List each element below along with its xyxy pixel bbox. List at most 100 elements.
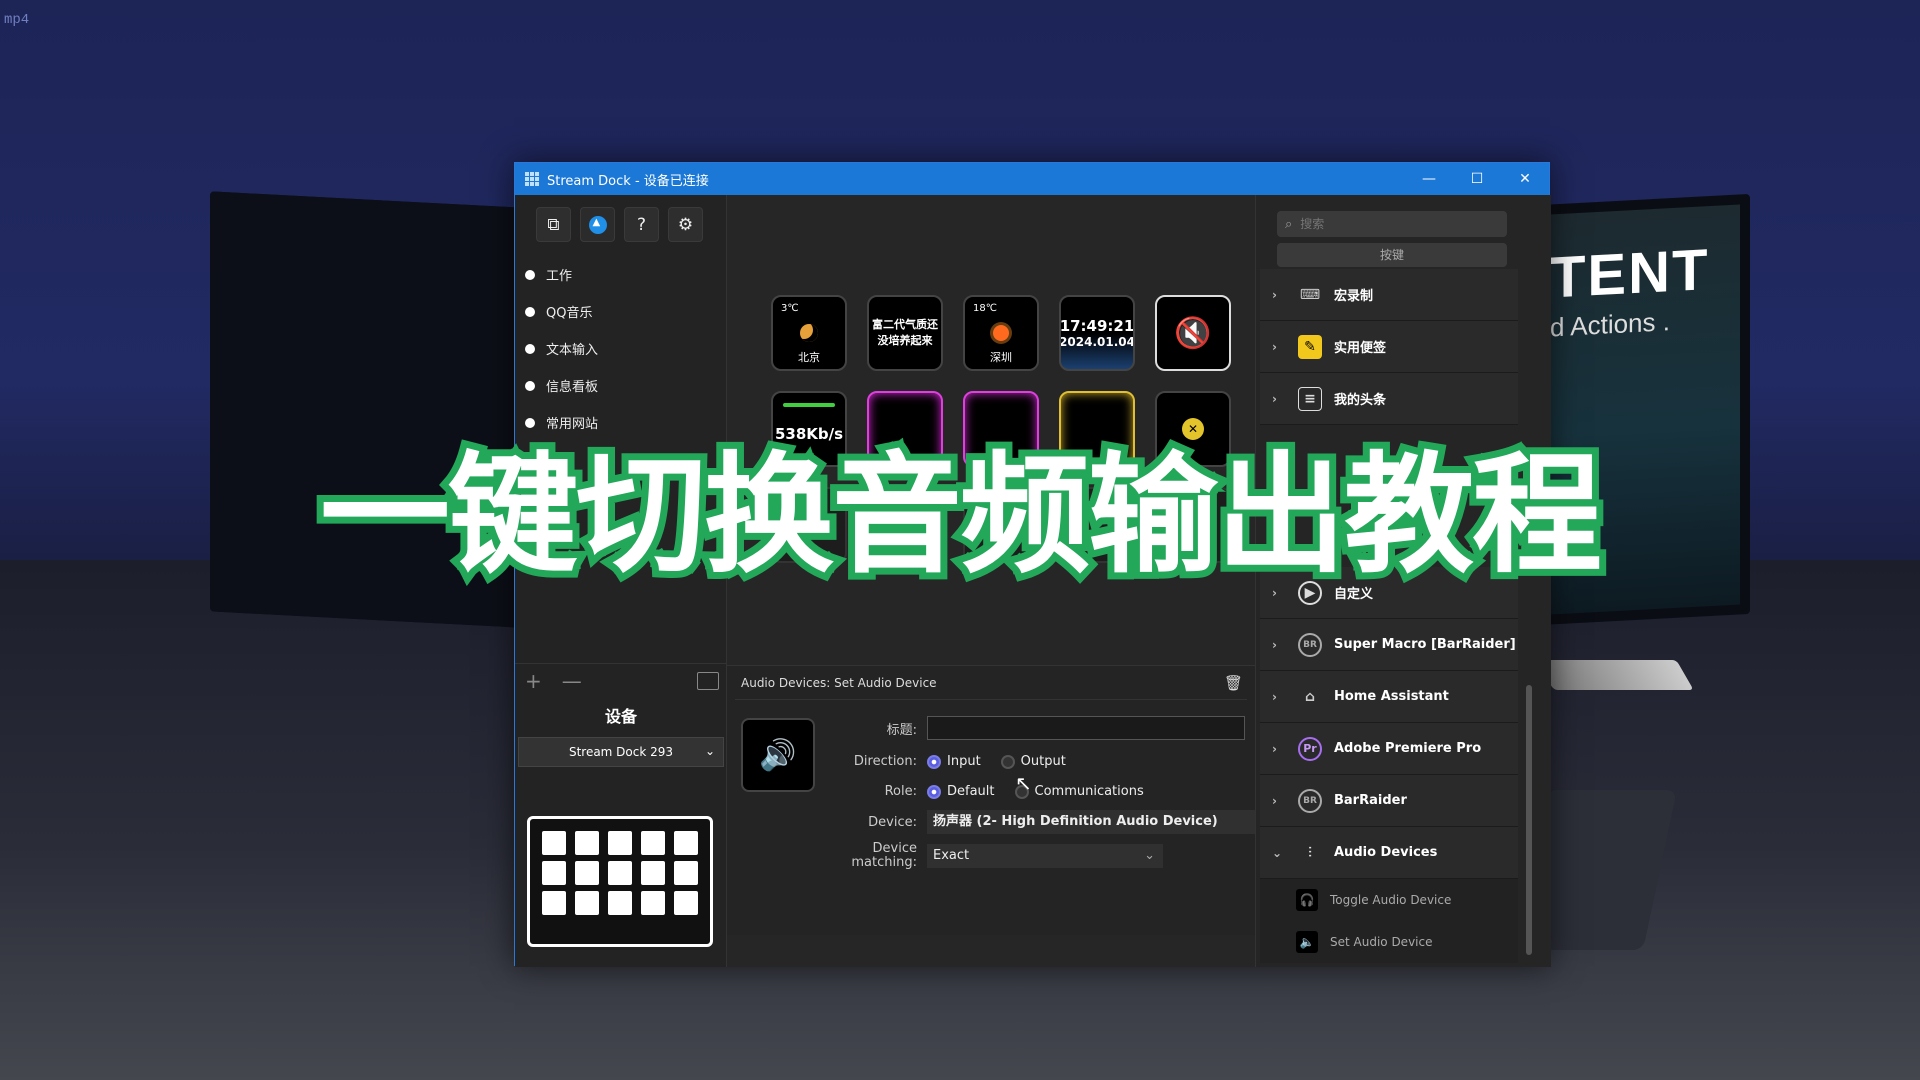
- profile-item-qq-music[interactable]: QQ音乐: [515, 293, 726, 330]
- copy-profile-button[interactable]: ⧉: [536, 207, 571, 242]
- copy-icon: ⧉: [547, 214, 560, 235]
- action-label: Set Audio Device: [1330, 935, 1433, 949]
- plugin-audio-devices[interactable]: ⌄ ⫶ Audio Devices: [1260, 827, 1518, 879]
- matching-label-line1: Device: [872, 841, 917, 856]
- right-monitor-stand: [1536, 660, 1694, 690]
- role-label: Role:: [884, 784, 917, 799]
- matching-value: Exact: [933, 848, 970, 863]
- right-monitor-title: TENT: [1550, 237, 1710, 311]
- plugin-super-macro[interactable]: › BR Super Macro [BarRaider]: [1260, 619, 1518, 671]
- plugin-label: Home Assistant: [1334, 689, 1449, 704]
- title-bar: Stream Dock - 设备已连接 — ☐ ✕: [515, 163, 1549, 195]
- action-set-audio-device[interactable]: 🔈 Set Audio Device: [1260, 921, 1518, 963]
- corner-tag: mp4: [4, 12, 30, 28]
- headset-icon: 🎧: [1296, 889, 1318, 911]
- profile-item-info-board[interactable]: 信息看板: [515, 367, 726, 404]
- role-row: Role: Default Communications: [837, 784, 1164, 799]
- key-clock-time: 17:49:21: [1059, 317, 1135, 335]
- radio-on-icon: [927, 754, 941, 769]
- title-label: 标题:: [886, 722, 917, 738]
- search-icon: ⌕: [1285, 216, 1293, 232]
- profile-label: 工作: [546, 269, 573, 284]
- properties-header: Audio Devices: Set Audio Device 🗑: [735, 666, 1247, 700]
- key-mute[interactable]: 🔇: [1155, 295, 1231, 371]
- chevron-down-icon: ⌄: [1144, 848, 1155, 863]
- add-profile-button[interactable]: +: [525, 669, 542, 693]
- plugin-label: BarRaider: [1334, 793, 1407, 808]
- plugin-home-assistant[interactable]: › ⌂ Home Assistant: [1260, 671, 1518, 723]
- device-select-value: Stream Dock 293: [568, 745, 674, 759]
- key-city: 北京: [798, 351, 820, 364]
- plugin-label: 实用便签: [1334, 341, 1387, 356]
- key-temp: 3℃: [781, 303, 799, 314]
- device-select[interactable]: Stream Dock 293 ⌄: [518, 737, 724, 767]
- plugin-barraider[interactable]: › BR BarRaider: [1260, 775, 1518, 827]
- plugin-label: Adobe Premiere Pro: [1334, 741, 1482, 756]
- plugin-macro-record[interactable]: › ⌨ 宏录制: [1260, 269, 1518, 321]
- title-input[interactable]: [927, 716, 1245, 740]
- key-clock-date: 2024.01.04: [1059, 335, 1135, 349]
- moon-icon: [800, 324, 818, 342]
- direction-output-radio[interactable]: Output: [1000, 754, 1066, 769]
- profile-item-work[interactable]: 工作: [515, 256, 726, 293]
- chevron-down-icon: ⌄: [1272, 845, 1283, 860]
- key-temp: 18℃: [973, 303, 997, 314]
- key-weather-shenzhen[interactable]: 18℃ 深圳: [963, 295, 1039, 371]
- action-toggle-audio-device[interactable]: 🎧 Toggle Audio Device: [1260, 879, 1518, 921]
- profile-dot-icon: [525, 269, 535, 280]
- plugin-label: 宏录制: [1334, 289, 1374, 304]
- plugin-label: Audio Devices: [1334, 845, 1438, 860]
- remove-profile-button[interactable]: —: [562, 669, 582, 693]
- chevron-right-icon: ›: [1272, 637, 1277, 652]
- keys-tab-button[interactable]: 按键: [1277, 243, 1507, 267]
- device-row: Device: 扬声器 (2- High Definition Audio De…: [837, 810, 1257, 834]
- sun-icon: [993, 325, 1009, 341]
- profile-item-text-input[interactable]: 文本输入: [515, 330, 726, 367]
- maximize-button[interactable]: ☐: [1453, 171, 1501, 187]
- store-button[interactable]: [580, 207, 615, 242]
- search-input[interactable]: [1300, 217, 1481, 231]
- speaker-icon: 🔈: [1296, 931, 1318, 953]
- search-box[interactable]: ⌕: [1277, 211, 1507, 237]
- key-weather-beijing[interactable]: 3℃ 北京: [771, 295, 847, 371]
- speed-bar: [783, 403, 835, 407]
- direction-input-radio[interactable]: Input: [927, 754, 981, 769]
- mixer-icon: ⫶: [1308, 844, 1312, 861]
- device-matching-select[interactable]: Exact ⌄: [927, 844, 1163, 868]
- action-preview[interactable]: 🔊: [741, 718, 815, 792]
- store-icon: [588, 215, 607, 234]
- chevron-right-icon: ›: [1272, 287, 1277, 302]
- speaker-mute-icon: 🔇: [1174, 315, 1212, 351]
- gear-icon: ⚙: [677, 214, 694, 235]
- plugin-sticky-notes[interactable]: › ✎ 实用便签: [1260, 321, 1518, 373]
- minimize-button[interactable]: —: [1405, 171, 1453, 187]
- trash-icon[interactable]: 🗑: [1224, 674, 1243, 692]
- key-clock[interactable]: 17:49:21 2024.01.04: [1059, 295, 1135, 371]
- chevron-right-icon: ›: [1272, 741, 1277, 756]
- settings-button[interactable]: ⚙: [668, 207, 703, 242]
- radio-label: Default: [947, 784, 995, 799]
- direction-row: Direction: Input Output: [837, 754, 1086, 769]
- radio-label: Input: [947, 754, 981, 769]
- help-button[interactable]: ?: [624, 207, 659, 242]
- chevron-down-icon: ⌄: [704, 744, 715, 758]
- radio-label: Communications: [1034, 784, 1144, 799]
- chevron-right-icon: ›: [1272, 689, 1277, 704]
- profile-label: QQ音乐: [546, 306, 593, 321]
- role-default-radio[interactable]: Default: [927, 784, 995, 799]
- role-communications-radio[interactable]: Communications: [1014, 784, 1144, 799]
- plugin-scrollbar[interactable]: [1526, 685, 1532, 955]
- plugin-label: Super Macro [BarRaider]: [1334, 637, 1516, 652]
- plugin-list: › ⌨ 宏录制 › ✎ 实用便签 › ≡ 我的头条 › ▶ 自定义 › BR Super Macro…: [1256, 269, 1518, 963]
- device-field[interactable]: 扬声器 (2- High Definition Audio Device): [927, 810, 1257, 834]
- key-news[interactable]: 富二代气质还 没培养起来: [867, 295, 943, 371]
- action-properties: Audio Devices: Set Audio Device 🗑 🔊 标题: …: [727, 665, 1266, 935]
- profile-manage-icon[interactable]: [697, 671, 719, 690]
- key-city: 深圳: [990, 351, 1012, 364]
- speaker-icon: 🔊: [759, 737, 797, 773]
- help-icon: ?: [636, 214, 647, 235]
- close-button[interactable]: ✕: [1501, 171, 1549, 187]
- plugin-premiere-pro[interactable]: › Pr Adobe Premiere Pro: [1260, 723, 1518, 775]
- profile-label: 文本输入: [546, 343, 599, 358]
- matching-label: Device matching:: [837, 842, 917, 870]
